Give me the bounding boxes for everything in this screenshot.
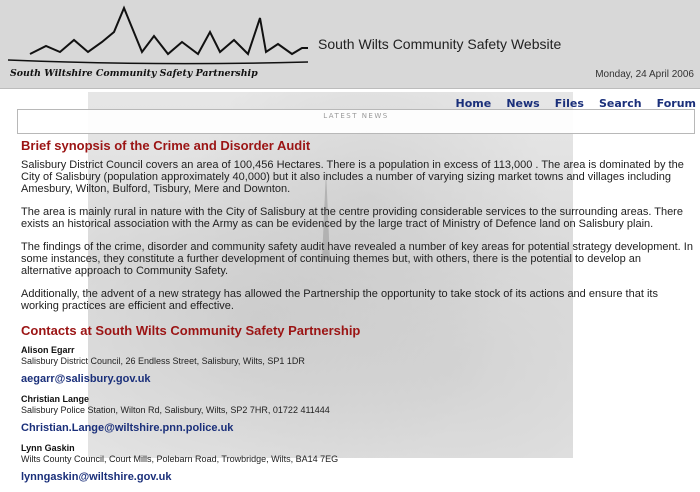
main-nav: Home News Files Search Forum <box>446 92 696 110</box>
contact-name: Lynn Gaskin <box>21 443 75 453</box>
latest-news-bar[interactable]: LATEST NEWS <box>17 109 695 134</box>
contact-item: Christian Lange Salisbury Police Station… <box>21 394 693 435</box>
contact-email-link[interactable]: lynngaskin@wiltshire.gov.uk <box>21 471 172 484</box>
site-title: South Wilts Community Safety Website <box>318 36 562 52</box>
site-header: South Wiltshire Community Safety Partner… <box>0 0 700 89</box>
contact-item: Alison Egarr Salisbury District Council,… <box>21 345 693 386</box>
contact-address: Wilts County Council, Court Mills, Poleb… <box>21 454 339 464</box>
contact-address: Salisbury District Council, 26 Endless S… <box>21 356 305 366</box>
logo-text: South Wiltshire Community Safety Partner… <box>10 68 258 79</box>
contact-item: Lynn Gaskin Wilts County Council, Court … <box>21 443 693 484</box>
synopsis-paragraph: Additionally, the advent of a new strate… <box>21 288 658 312</box>
synopsis-paragraph: The area is mainly rural in nature with … <box>21 206 683 230</box>
latest-news-label: LATEST NEWS <box>323 112 389 120</box>
main-content: Brief synopsis of the Crime and Disorder… <box>21 138 693 492</box>
contact-name: Alison Egarr <box>21 345 75 355</box>
partnership-logo[interactable]: South Wiltshire Community Safety Partner… <box>2 2 314 82</box>
current-date: Monday, 24 April 2006 <box>595 69 694 80</box>
contact-address: Salisbury Police Station, Wilton Rd, Sal… <box>21 405 330 415</box>
contacts-heading: Contacts at South Wilts Community Safety… <box>21 323 361 338</box>
contact-email-link[interactable]: Christian.Lange@wiltshire.pnn.police.uk <box>21 422 233 435</box>
synopsis-paragraph: Salisbury District Council covers an are… <box>21 159 684 195</box>
page-title: Brief synopsis of the Crime and Disorder… <box>21 138 311 153</box>
contact-email-link[interactable]: aegarr@salisbury.gov.uk <box>21 373 151 386</box>
synopsis-paragraph: The findings of the crime, disorder and … <box>21 241 693 277</box>
contact-name: Christian Lange <box>21 394 90 404</box>
